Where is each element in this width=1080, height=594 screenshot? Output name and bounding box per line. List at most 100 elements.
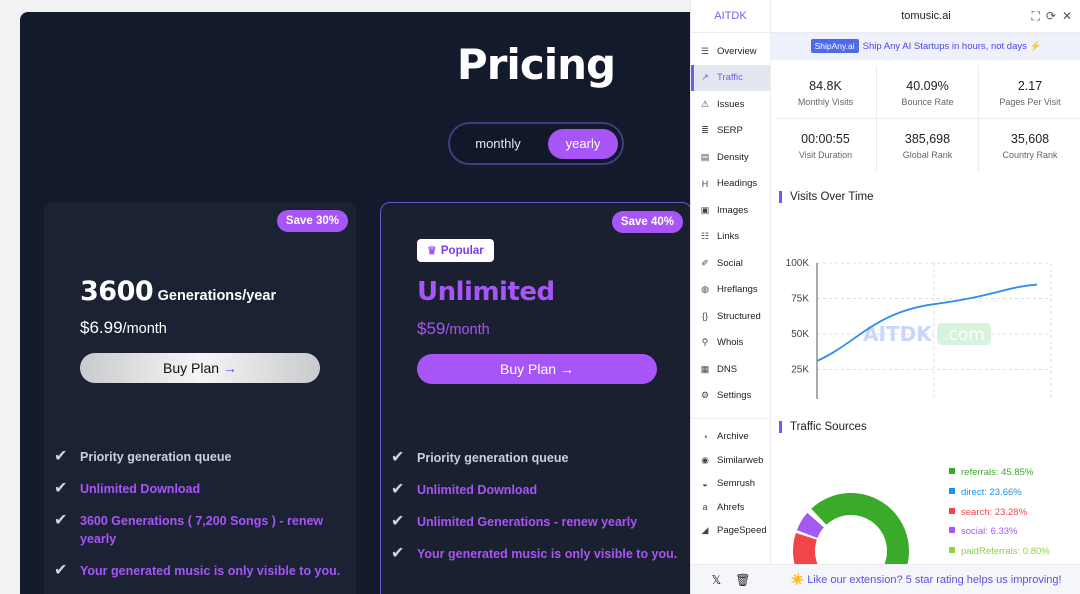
toggle-monthly[interactable]: monthly xyxy=(456,129,540,159)
pricing-page: Pricing monthly yearly Save 30% 3600 Gen… xyxy=(0,0,690,594)
price-period: /month xyxy=(445,322,490,338)
feature-text: Unlimited Generations - renew yearly xyxy=(417,515,638,529)
traffic-sources-donut xyxy=(793,493,909,564)
legend-item-search[interactable]: search: 23.28% xyxy=(949,503,1050,523)
nav-pagespeed[interactable]: ◢ PageSpeed xyxy=(691,519,770,543)
legend-swatch xyxy=(949,487,955,494)
nav-divider xyxy=(691,409,770,419)
close-icon[interactable]: ✕ xyxy=(1062,9,1072,24)
nav-similarweb[interactable]: ◉ Similarweb xyxy=(691,449,770,473)
toggle-yearly[interactable]: yearly xyxy=(548,129,618,159)
stat-value: 00:00:55 xyxy=(801,132,850,146)
feature-item: ✔ 3600 Generations ( 7,200 Songs ) - rene… xyxy=(54,512,344,548)
buy-plan-button[interactable]: Buy Plan → xyxy=(80,353,320,383)
feature-item: ✔ Unlimited Generations - renew yearly xyxy=(391,513,681,531)
y-tick-label: 75K xyxy=(791,294,809,305)
nav-whois[interactable]: ⚲ Whois xyxy=(691,330,770,357)
check-icon: ✔ xyxy=(54,512,68,529)
dns-icon: ▦ xyxy=(700,363,710,374)
legend-item-referrals[interactable]: referrals: 45.85% xyxy=(949,463,1050,483)
legend-item-social[interactable]: social: 6.33% xyxy=(949,522,1050,542)
price-period: /month xyxy=(122,321,167,337)
refresh-icon[interactable]: ⟳ xyxy=(1046,9,1056,24)
price-amount: $6.99 xyxy=(80,318,123,337)
nav-structured[interactable]: {} Structured xyxy=(691,303,770,330)
whois-icon: ⚲ xyxy=(701,337,709,348)
links-icon: ☷ xyxy=(700,231,710,242)
legend-label: social: 6.33% xyxy=(961,526,1018,538)
stat-value: 385,698 xyxy=(904,132,951,146)
check-icon: ✔ xyxy=(391,449,405,466)
nav-archive[interactable]: ◔ Archive xyxy=(691,425,770,449)
crop-icon[interactable]: ⛶ xyxy=(1031,9,1039,24)
braces-icon: {} xyxy=(701,311,708,322)
x-icon[interactable]: 𝕏 xyxy=(712,573,722,587)
header-actions: ⛶ ⟳ ✕ xyxy=(1031,9,1072,24)
nav-dns[interactable]: ▦ DNS xyxy=(691,356,770,383)
rating-prompt[interactable]: ☀️ Like our extension? 5 star rating hel… xyxy=(771,573,1080,586)
feature-text: Unlimited Download xyxy=(80,482,201,496)
pagespeed-icon: ◢ xyxy=(701,525,709,536)
nav-overview[interactable]: ☰ Overview xyxy=(691,38,770,65)
stat-value: 40.09% xyxy=(906,79,949,93)
feature-text: Your generated music is only visible to … xyxy=(417,547,678,561)
stat-value: 35,608 xyxy=(1010,132,1050,146)
nav-label: Overview xyxy=(717,45,757,57)
nav-social[interactable]: ✐ Social xyxy=(691,250,770,277)
images-icon: ▣ xyxy=(700,204,710,215)
stat-label: Country Rank xyxy=(1002,150,1058,160)
nav-issues[interactable]: ⚠ Issues xyxy=(691,91,770,118)
stat-global-rank: 385,698 Global Rank xyxy=(877,119,979,172)
stat-value: 2.17 xyxy=(1017,79,1043,93)
buy-plan-button[interactable]: Buy Plan → xyxy=(417,354,657,384)
nav-hreflangs[interactable]: ◍ Hreflangs xyxy=(691,277,770,304)
promo-text: Ship Any AI Startups in hours, not days xyxy=(862,41,1027,52)
nav-headings[interactable]: H Headings xyxy=(691,171,770,198)
nav-label: Headings xyxy=(717,178,758,190)
nav-label: Issues xyxy=(717,98,745,110)
billing-toggle[interactable]: monthly yearly xyxy=(448,122,624,165)
slice-search xyxy=(793,532,818,564)
nav-label: SERP xyxy=(717,125,743,137)
legend-label: paidReferrals: 0.80% xyxy=(961,546,1050,558)
legend-item-direct[interactable]: direct: 23.66% xyxy=(949,483,1050,503)
nav-links[interactable]: ☷ Links xyxy=(691,224,770,251)
nav-traffic[interactable]: ↗ Traffic xyxy=(691,64,770,91)
stat-label: Visit Duration xyxy=(798,150,853,160)
serp-icon: ≣ xyxy=(701,125,709,136)
legend-item-paidReferrals[interactable]: paidReferrals: 0.80% xyxy=(949,542,1050,562)
nav-serp[interactable]: ≣ SERP xyxy=(691,118,770,145)
stat-monthly-visits: 84.8K Monthly Visits xyxy=(775,66,877,119)
nav-semrush[interactable]: ◒ Semrush xyxy=(691,472,770,496)
legend-swatch xyxy=(949,507,955,514)
legend-swatch xyxy=(949,547,955,554)
plan-generations: 3600 xyxy=(80,276,154,307)
arrow-right-icon: → xyxy=(559,361,574,377)
page-title: Pricing xyxy=(456,40,616,89)
plan-card-unlimited: Save 40% ♛ Popular Unlimited $59/month Bu… xyxy=(380,202,690,594)
stat-visit-duration: 00:00:55 Visit Duration xyxy=(775,119,877,172)
plan-headline: 3600 Generations/year xyxy=(80,276,276,307)
popular-badge: ♛ Popular xyxy=(417,239,494,262)
extension-main: ShipAny.ai Ship Any AI Startups in hours,… xyxy=(771,33,1080,564)
stat-bounce-rate: 40.09% Bounce Rate xyxy=(877,66,979,119)
nav-density[interactable]: ▤ Density xyxy=(691,144,770,171)
stat-label: Pages Per Visit xyxy=(999,97,1061,107)
legend-swatch xyxy=(949,468,955,474)
check-icon: ✔ xyxy=(54,448,68,465)
nav-settings[interactable]: ⚙ Settings xyxy=(691,383,770,410)
nav-images[interactable]: ▣ Images xyxy=(691,197,770,224)
y-tick-label: 25K xyxy=(791,365,809,376)
trash-icon[interactable]: 🗑 xyxy=(735,573,750,587)
semrush-icon: ◒ xyxy=(702,478,708,489)
nav-label: Whois xyxy=(717,337,744,349)
nav-label: Hreflangs xyxy=(717,284,758,296)
lightning-icon: ⚡ xyxy=(1029,41,1042,52)
nav-ahrefs[interactable]: a Ahrefs xyxy=(691,496,770,520)
popular-label: Popular xyxy=(440,245,484,257)
promo-banner[interactable]: ShipAny.ai Ship Any AI Startups in hours,… xyxy=(771,33,1080,60)
legend-label: referrals: 45.85% xyxy=(961,467,1034,478)
check-icon: ✔ xyxy=(391,481,405,498)
buy-plan-label: Buy Plan xyxy=(500,361,557,377)
archive-icon: ◔ xyxy=(702,431,708,442)
